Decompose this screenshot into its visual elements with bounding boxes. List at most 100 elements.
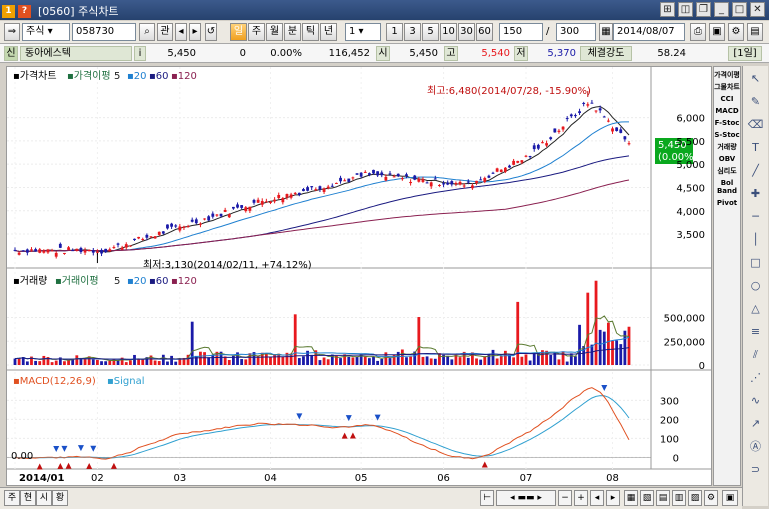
interval-select[interactable]: 1 ▾ <box>345 23 381 41</box>
tab-hwang[interactable]: 황 <box>52 490 68 506</box>
interval-button[interactable]: 1 <box>386 23 403 41</box>
candle-body <box>516 160 520 163</box>
tab-hyeon[interactable]: 현 <box>20 490 36 506</box>
help-icon[interactable]: ? <box>18 4 31 18</box>
zoom-in-icon[interactable]: + <box>574 490 588 506</box>
refresh-icon[interactable]: ↺ <box>205 23 217 41</box>
period-button[interactable]: 분 <box>284 23 301 41</box>
indicator-item[interactable]: S-Stoc <box>714 131 740 139</box>
period-button[interactable]: 틱 <box>302 23 319 41</box>
setting-small-icon[interactable]: ⚙ <box>704 490 718 506</box>
text-icon[interactable]: T <box>746 138 766 158</box>
candle-body <box>199 223 202 225</box>
indicator-item[interactable]: 그물차트 <box>714 83 740 91</box>
candle-body <box>479 179 483 181</box>
arrow-tool-icon[interactable]: ↗ <box>746 414 766 434</box>
interval-button[interactable]: 3 <box>404 23 421 41</box>
cursor-icon[interactable]: ↖ <box>746 69 766 89</box>
export-icon[interactable]: ▨ <box>688 490 702 506</box>
close-icon[interactable]: ✕ <box>750 2 765 17</box>
indicator-item[interactable]: Bol Band <box>714 179 740 195</box>
chart-canvas[interactable]: ▪가격차트 ▪가격이평 5 ▪20 ▪60 ▪120 최고:6,480(2014… <box>7 67 711 485</box>
code-input[interactable]: 058730 <box>72 23 136 41</box>
next-icon[interactable]: ▸ <box>189 23 201 41</box>
search-icon[interactable]: ⌕ <box>139 23 155 41</box>
indicator-item[interactable]: 가격이평 <box>714 71 740 79</box>
period-button[interactable]: 주 <box>248 23 265 41</box>
vline-icon[interactable]: │ <box>746 230 766 250</box>
magnet-icon[interactable]: ⊃ <box>746 460 766 480</box>
cross-icon[interactable]: ✚ <box>746 184 766 204</box>
scroll-start-icon[interactable]: ⊢ <box>480 490 494 506</box>
period-button[interactable]: 월 <box>266 23 283 41</box>
candle-body <box>363 171 367 173</box>
interval-button[interactable]: 60 <box>476 23 493 41</box>
volume-bar <box>503 350 507 365</box>
total-input[interactable]: 300 <box>556 23 596 41</box>
minimize-icon[interactable]: _ <box>714 2 729 17</box>
prev-icon[interactable]: ◂ <box>175 23 187 41</box>
indicator-item[interactable]: 심리도 <box>714 167 740 175</box>
save-icon[interactable]: ▣ <box>709 23 725 41</box>
zoom-out-icon[interactable]: − <box>558 490 572 506</box>
indicator-item[interactable]: 거래량 <box>714 143 740 151</box>
channel-icon[interactable]: ⫽ <box>746 345 766 365</box>
interval-button[interactable]: 30 <box>458 23 475 41</box>
maximize-icon[interactable]: □ <box>732 2 747 17</box>
settings-icon[interactable]: ⚙ <box>728 23 744 41</box>
tab-si[interactable]: 시 <box>36 490 52 506</box>
macd-tick-label: 300 <box>660 396 679 407</box>
excel-icon[interactable]: ▦ <box>624 490 638 506</box>
info-icon[interactable]: i <box>134 46 146 61</box>
candle-body <box>355 173 359 175</box>
pin-icon[interactable]: ◫ <box>678 2 693 17</box>
count-input[interactable]: 150 <box>499 23 543 41</box>
arrow-icon[interactable]: ⇒ <box>4 23 20 41</box>
date-select[interactable]: 2014/08/07 ▾ <box>613 23 685 53</box>
period-button[interactable]: 년 <box>320 23 337 41</box>
link-icon[interactable]: ⊞ <box>660 2 675 17</box>
chart-area[interactable]: ▪가격차트 ▪가격이평 5 ▪20 ▪60 ▪120 최고:6,480(2014… <box>6 66 712 486</box>
gann-icon[interactable]: ⋰ <box>746 368 766 388</box>
hline-icon[interactable]: ─ <box>746 207 766 227</box>
scroll-left-icon[interactable]: ◂ <box>590 490 604 506</box>
wave-icon[interactable]: ∿ <box>746 391 766 411</box>
tab-kwan[interactable]: 관 <box>157 23 173 41</box>
save-small-icon[interactable]: ▣ <box>722 490 738 506</box>
triangle-icon[interactable]: △ <box>746 299 766 319</box>
macd-title: ▪MACD(12,26,9) <box>13 376 96 387</box>
auto-icon[interactable]: Ⓐ <box>746 437 766 457</box>
tab-ju[interactable]: 주 <box>4 490 20 506</box>
x-axis-label: 03 <box>173 473 186 484</box>
interval-button[interactable]: 5 <box>422 23 439 41</box>
indicator-item[interactable]: CCI <box>714 95 740 103</box>
candle-body <box>256 199 260 203</box>
interval-button[interactable]: 10 <box>440 23 457 41</box>
copy-icon[interactable]: ❐ <box>696 2 711 17</box>
circle-icon[interactable]: ○ <box>746 276 766 296</box>
calendar-icon[interactable]: ▦ <box>599 23 613 41</box>
print-icon[interactable]: ⎙ <box>690 23 706 41</box>
candle-body <box>351 177 355 179</box>
scroll-right-icon[interactable]: ▸ <box>606 490 620 506</box>
image-icon[interactable]: ▧ <box>640 490 654 506</box>
scrollbar[interactable]: ◂ ▬▬ ▸ <box>496 490 556 506</box>
volume-bar <box>376 360 380 365</box>
market-select[interactable]: 주식 ▾ <box>22 23 70 41</box>
volume-bar <box>446 355 450 365</box>
layout-icon[interactable]: ▥ <box>672 490 686 506</box>
indicator-item[interactable]: MACD <box>714 107 740 115</box>
eraser-icon[interactable]: ✎ <box>746 92 766 112</box>
rect-icon[interactable]: □ <box>746 253 766 273</box>
table-icon[interactable]: ▤ <box>656 490 670 506</box>
indicator-item[interactable]: OBV <box>714 155 740 163</box>
candle-body <box>565 118 569 120</box>
period-button[interactable]: 일 <box>230 23 247 41</box>
indicator-item[interactable]: Pivot <box>714 199 740 207</box>
grid-icon[interactable]: ▤ <box>747 23 763 41</box>
all-icon[interactable]: ⌫ <box>746 115 766 135</box>
indicator-item[interactable]: F-Stoc <box>714 119 740 127</box>
fibo-icon[interactable]: ≡ <box>746 322 766 342</box>
price-tick-label: 4,500 <box>676 183 705 194</box>
line-icon[interactable]: ╱ <box>746 161 766 181</box>
